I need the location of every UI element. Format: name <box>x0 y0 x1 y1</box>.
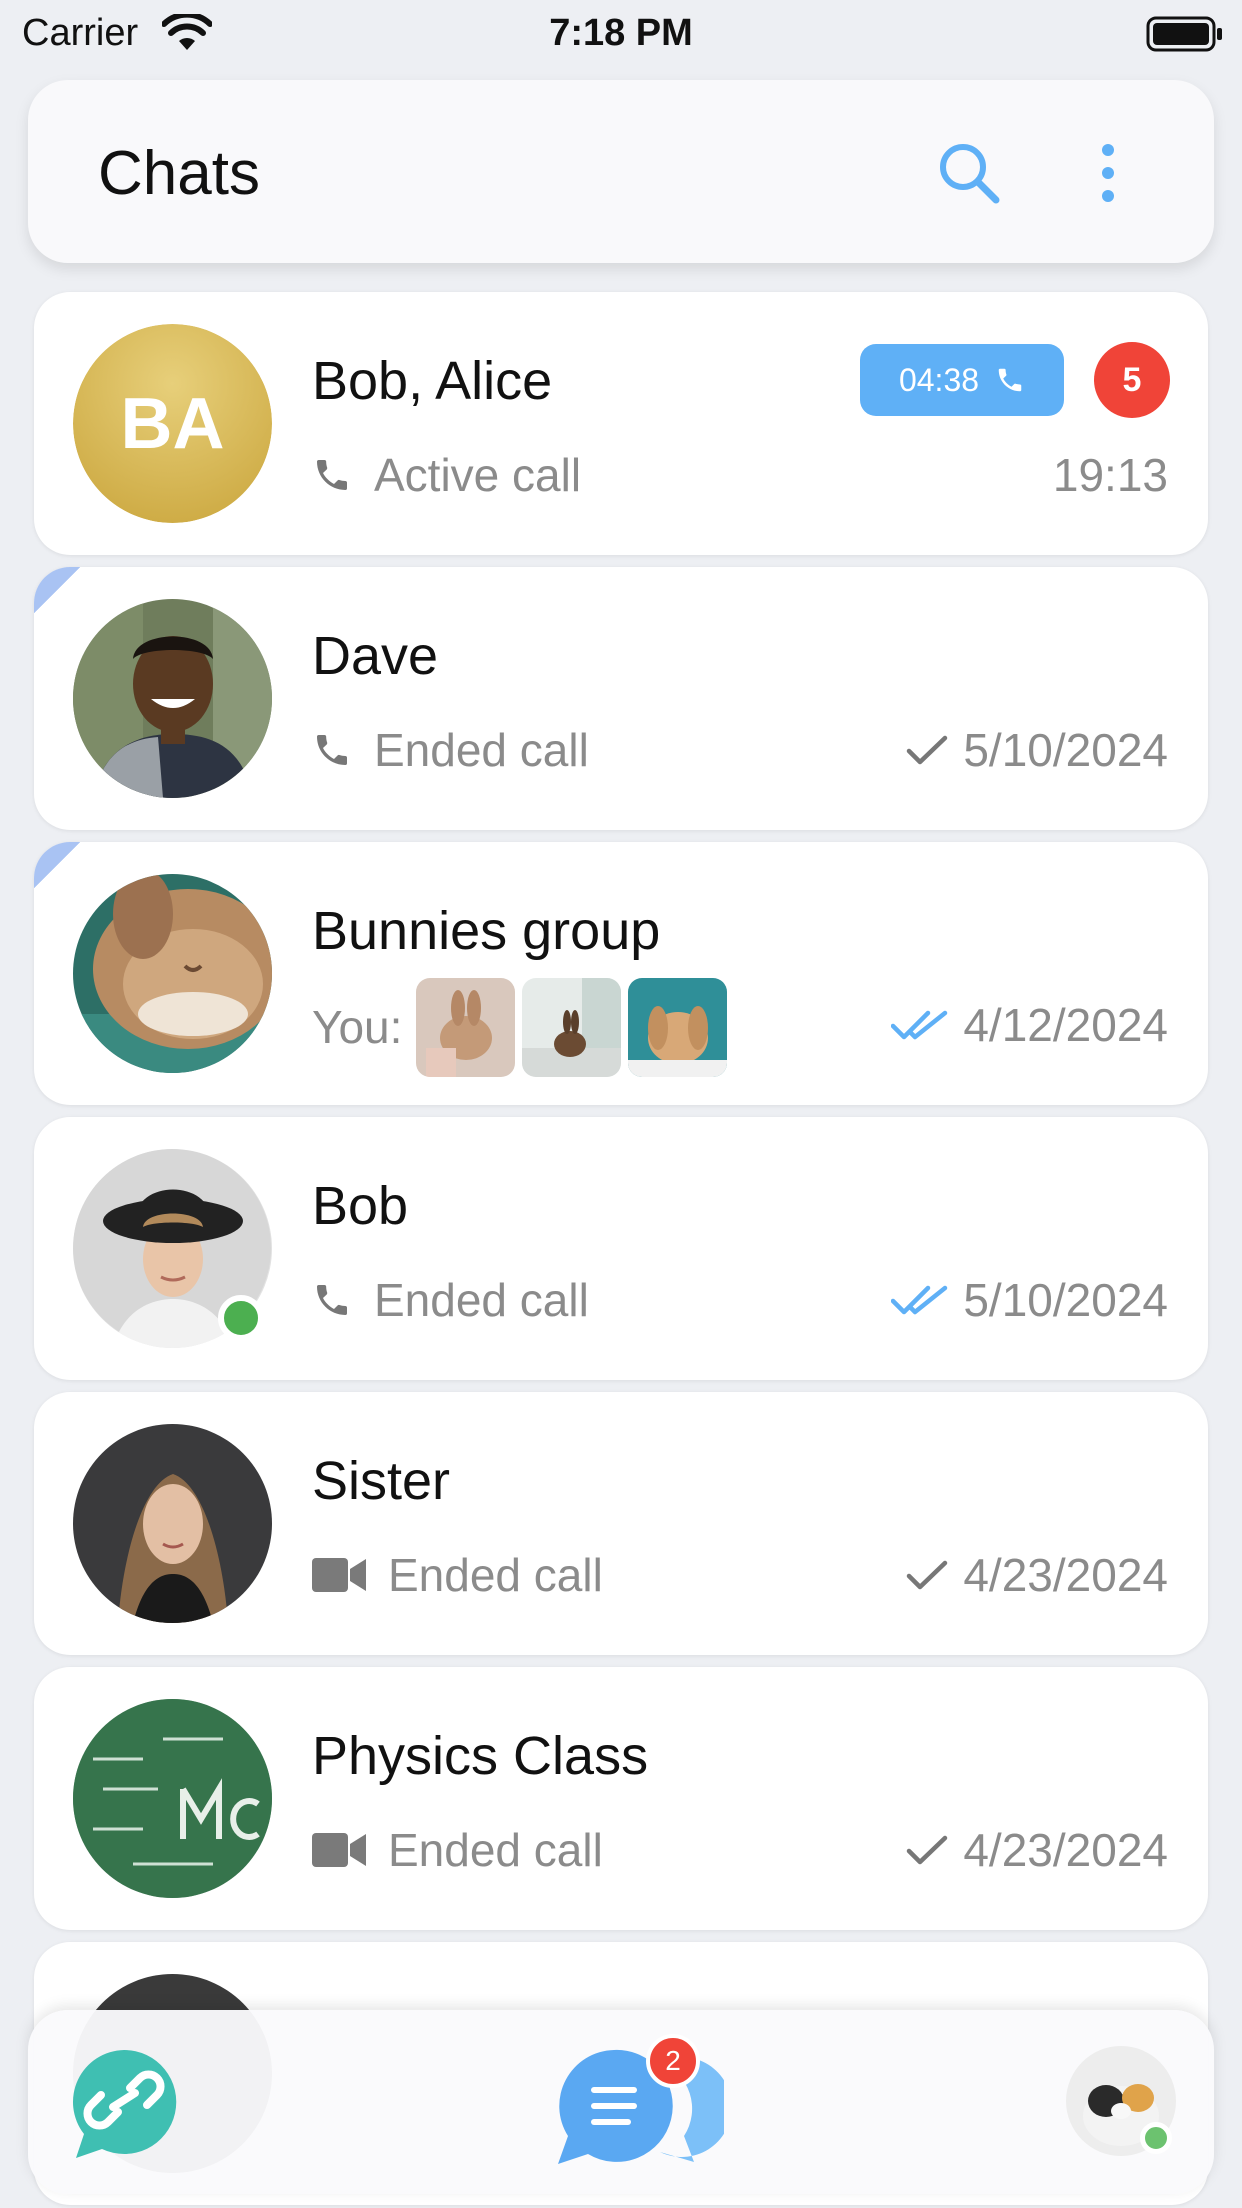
chat-subtitle: Ended call <box>312 1822 603 1878</box>
chat-subtitle: Ended call <box>312 722 589 778</box>
chat-name: Physics Class <box>312 1726 649 1786</box>
chat-item-sister[interactable]: Sister Ended call 4/23/2024 <box>34 1392 1208 1655</box>
chat-subtitle-text: Active call <box>374 449 582 501</box>
chat-subtitle: Ended call <box>312 1547 603 1603</box>
bottom-navigation: 2 <box>28 2010 1214 2194</box>
read-double-check-icon <box>891 1009 949 1041</box>
chat-name: Bob <box>312 1176 409 1236</box>
pinned-marker <box>34 842 80 888</box>
chat-date-text: 19:13 <box>1052 449 1168 501</box>
phone-icon <box>995 365 1025 395</box>
link-icon[interactable] <box>68 2046 180 2162</box>
avatar: BA <box>73 324 272 523</box>
video-camera-icon <box>312 1555 366 1595</box>
chat-date: 4/23/2024 <box>905 1822 1168 1878</box>
chat-date: 4/12/2024 <box>891 997 1168 1053</box>
avatar <box>73 1699 272 1898</box>
chat-subtitle: Ended call <box>312 1272 589 1328</box>
chat-date: 5/10/2024 <box>891 1272 1168 1328</box>
chat-item-bob[interactable]: Bob Ended call 5/10/2024 <box>34 1117 1208 1380</box>
video-camera-icon <box>312 1830 366 1870</box>
pinned-marker <box>34 567 80 613</box>
chat-subtitle: You: <box>312 977 734 1077</box>
phone-icon <box>312 1280 352 1320</box>
chat-item-bob-alice[interactable]: BA Bob, Alice 04:38 5 Active call 19:13 <box>34 292 1208 555</box>
chats-unread-badge: 2 <box>646 2034 700 2088</box>
phone-icon <box>312 455 352 495</box>
chat-item-dave[interactable]: Dave Ended call 5/10/2024 <box>34 567 1208 830</box>
sent-check-icon <box>905 734 949 766</box>
media-thumbnails <box>416 977 734 1077</box>
chat-item-physics-class[interactable]: Physics Class Ended call 4/23/2024 <box>34 1667 1208 1930</box>
chat-subtitle-text: You: <box>312 1001 403 1053</box>
media-thumbnail[interactable] <box>522 977 622 1077</box>
read-double-check-icon <box>891 1284 949 1316</box>
media-thumbnail[interactable] <box>416 977 516 1077</box>
chat-name: Dave <box>312 626 439 686</box>
online-indicator <box>1140 2122 1172 2154</box>
call-timer: 04:38 <box>898 361 980 398</box>
avatar <box>73 1424 272 1623</box>
sent-check-icon <box>905 1559 949 1591</box>
chat-date-text: 4/23/2024 <box>963 1824 1168 1876</box>
chat-subtitle-text: Ended call <box>388 1549 603 1601</box>
sent-check-icon <box>905 1834 949 1866</box>
chat-date-text: 4/23/2024 <box>963 1549 1168 1601</box>
chat-name: Bunnies group <box>312 901 661 961</box>
phone-icon <box>312 730 352 770</box>
chat-date: 19:13 <box>1053 447 1168 503</box>
active-call-button[interactable]: 04:38 <box>860 344 1064 416</box>
avatar-initials: BA <box>73 324 272 523</box>
chat-list: BA Bob, Alice 04:38 5 Active call 19:13 <box>0 0 1242 2208</box>
avatar <box>73 874 272 1073</box>
media-thumbnail[interactable] <box>628 977 728 1077</box>
chat-date: 4/23/2024 <box>905 1547 1168 1603</box>
chat-date-text: 5/10/2024 <box>963 1274 1168 1326</box>
chat-item-bunnies-group[interactable]: Bunnies group You: 4/12/2024 <box>34 842 1208 1105</box>
unread-badge: 5 <box>1094 342 1170 418</box>
chat-subtitle-text: Ended call <box>388 1824 603 1876</box>
chat-date-text: 5/10/2024 <box>963 724 1168 776</box>
chat-date: 5/10/2024 <box>905 722 1168 778</box>
chat-name: Sister <box>312 1451 451 1511</box>
chat-name: Bob, Alice <box>312 351 553 411</box>
online-indicator <box>218 1295 264 1341</box>
avatar <box>73 599 272 798</box>
chat-date-text: 4/12/2024 <box>963 999 1168 1051</box>
chat-subtitle: Active call <box>312 447 581 503</box>
chat-subtitle-text: Ended call <box>374 1274 589 1326</box>
chat-subtitle-text: Ended call <box>374 724 589 776</box>
